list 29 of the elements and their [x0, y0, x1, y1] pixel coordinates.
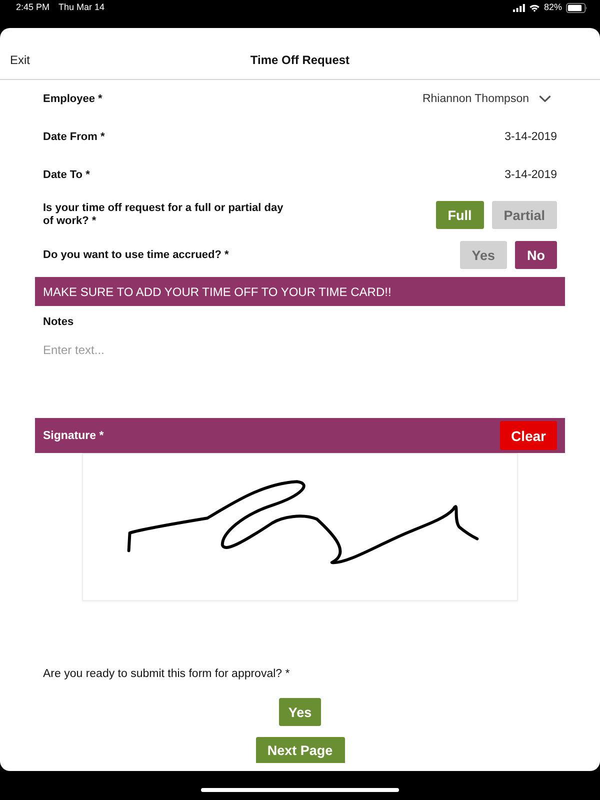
status-date: Thu Mar 14 [58, 2, 105, 13]
field-label: Notes [43, 316, 74, 328]
field-label: Date From * [43, 130, 105, 144]
field-label: Date To * [43, 168, 90, 182]
battery-percent: 82% [544, 2, 562, 13]
status-time: 2:45 PM [16, 2, 50, 13]
date-field[interactable]: 3-14-2019 [504, 169, 557, 181]
chevron-down-icon [539, 95, 551, 103]
exit-link[interactable]: Exit [10, 53, 30, 67]
question-label: Are you ready to submit this form for approval? * [42, 667, 291, 681]
date-field[interactable]: 3-14-2019 [504, 131, 557, 143]
field-label: Employee * [43, 92, 102, 106]
toggle-button[interactable]: Partial [492, 201, 557, 229]
next-page-button[interactable]: Next Page [256, 737, 344, 763]
cellular-signal-icon [512, 4, 525, 12]
toggle-button[interactable]: Full [436, 201, 484, 229]
toggle-button[interactable]: Yes [279, 698, 321, 726]
page-title: Time Off Request [250, 53, 350, 67]
signature-pad[interactable] [82, 453, 518, 601]
clear-button[interactable]: Clear [500, 421, 557, 450]
question-label: Is your time off request for a full or partial day of work? * [43, 202, 284, 228]
wifi-icon [528, 4, 540, 12]
signature-label: Signature * [43, 430, 104, 442]
dropdown-select[interactable]: Rhiannon Thompson [422, 93, 557, 105]
battery-icon [566, 2, 588, 12]
toggle-button[interactable]: No [515, 241, 557, 269]
toggle-button[interactable]: Yes [460, 241, 507, 269]
question-label: Do you want to use time accrued? * [43, 248, 229, 262]
notice-banner: MAKE SURE TO ADD YOUR TIME OFF TO YOUR TIME CARD!! [35, 277, 565, 306]
